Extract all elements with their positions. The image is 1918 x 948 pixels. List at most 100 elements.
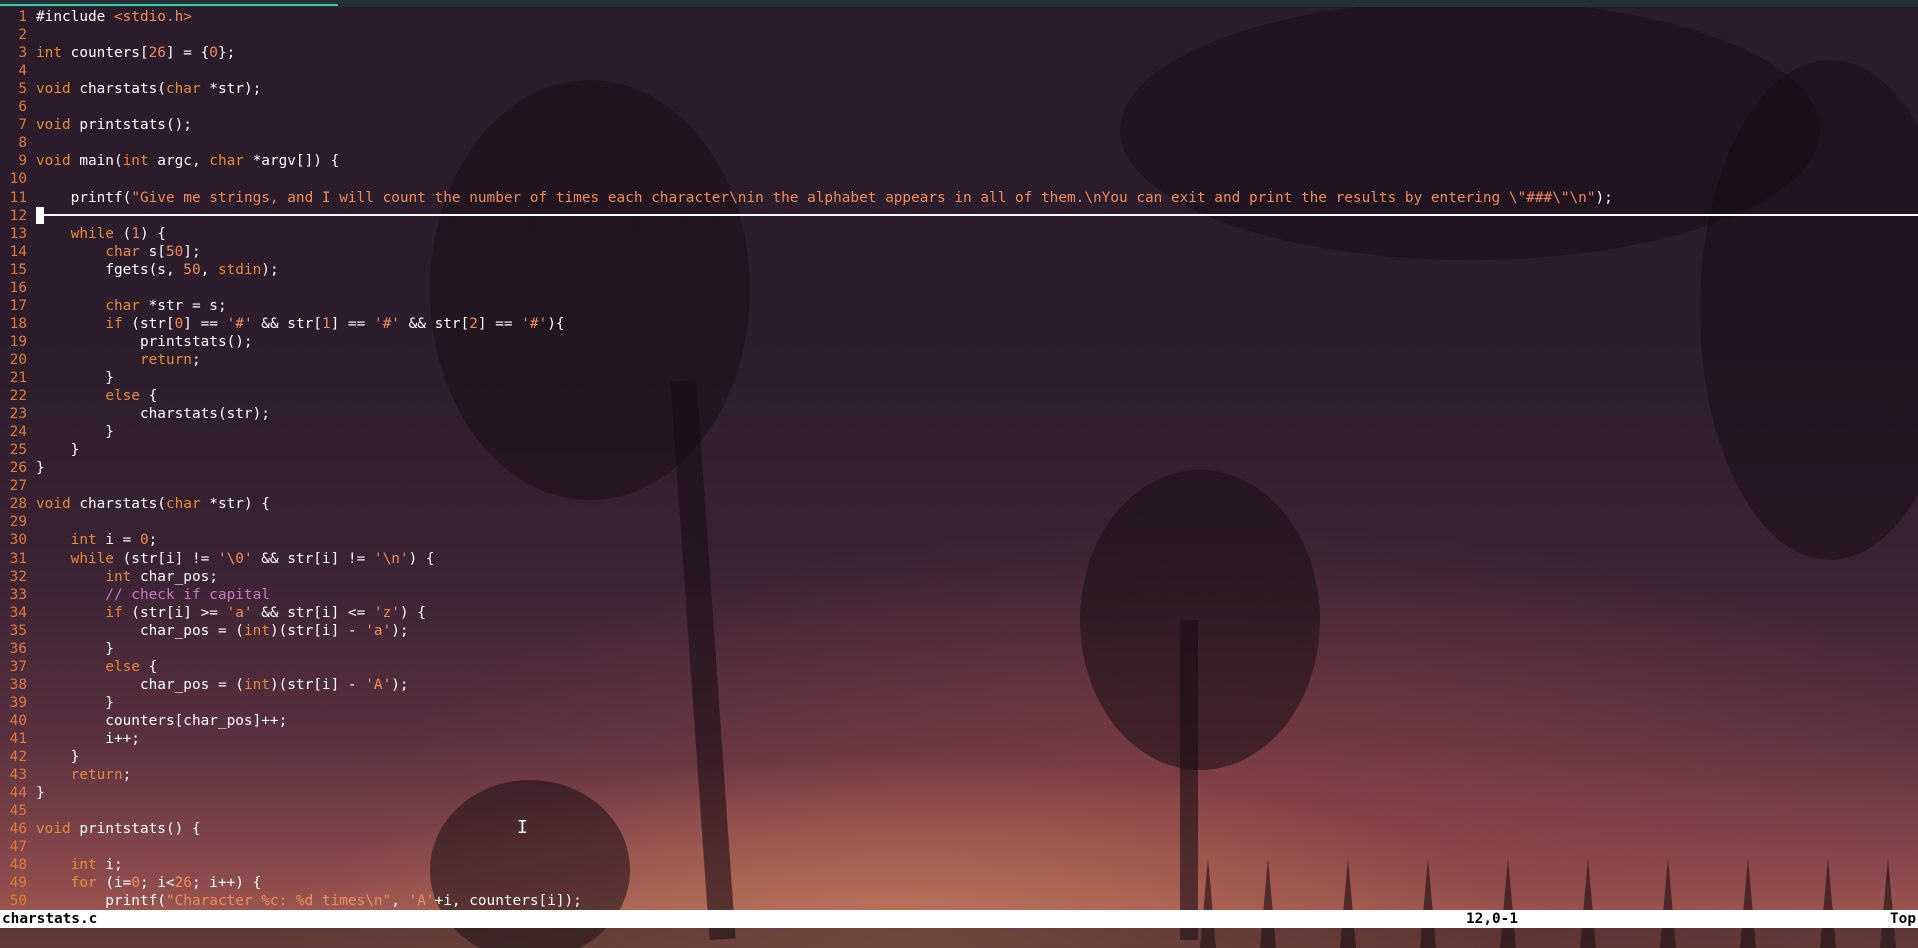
code-token: if [105,604,123,621]
code-token: "Character %c: %d times\n" [165,893,392,910]
code-token: 'a' [226,604,253,621]
code-line[interactable]: 8 [0,134,1918,152]
code-token: void [36,117,71,134]
code-token: counters[char_pos]++; [36,712,288,729]
code-line[interactable]: 44} [0,784,1918,802]
code-line[interactable]: 48 int i; [0,856,1918,874]
code-line[interactable]: 37 else { [0,658,1918,676]
code-line[interactable]: 6 [0,98,1918,116]
line-number: 30 [9,532,27,549]
line-number: 13 [9,225,27,242]
code-line[interactable]: 34 if (str[i] >= 'a' && str[i] <= 'z') { [0,604,1918,622]
code-token: )(str[i] - [269,622,366,639]
code-line[interactable]: 41 i++; [0,730,1918,748]
code-token: } [36,460,45,477]
code-line[interactable]: 14 char s[50]; [0,243,1918,261]
line-number: 32 [9,568,27,585]
code-line[interactable]: 40 counters[char_pos]++; [0,712,1918,730]
code-line[interactable]: 33 // check if capital [0,586,1918,604]
code-token: , [391,893,409,910]
code-token: void [36,153,71,170]
code-token: +i, counters[i]); [434,893,582,910]
code-token: argc, [148,153,210,170]
code-line[interactable]: 15 fgets(s, 50, stdin); [0,261,1918,279]
code-token: int [36,45,62,62]
code-line[interactable]: 18 if (str[0] == '#' && str[1] == '#' &&… [0,315,1918,333]
code-token: printstats(); [70,117,192,134]
code-line[interactable]: 46 void printstats() { [0,820,1918,838]
code-token: stdin [217,261,262,278]
code-line[interactable]: 11 printf("Give me strings, and I will c… [0,189,1918,207]
vim-editor-buffer[interactable]: 1 #include <stdio.h> 2 3 int counters[26] = … [0,8,1918,910]
code-line[interactable]: 26} [0,459,1918,477]
code-line[interactable]: 42 } [0,748,1918,766]
code-token: ]; [183,243,201,260]
code-token: ] == [183,315,227,332]
code-line[interactable]: 30 int i = 0; [0,531,1918,549]
code-line[interactable]: 38 char_pos = (int)(str[i] - 'A'); [0,676,1918,694]
code-token: for [70,875,97,892]
cursor-line-underline [36,214,1918,216]
code-line[interactable]: 49 for (i=0; i<26; i++) { [0,874,1918,892]
code-token: (str[ [122,315,175,332]
code-line[interactable]: 21 } [0,369,1918,387]
code-line[interactable]: 17 char *str = s; [0,297,1918,315]
code-line[interactable]: 43 return; [0,766,1918,784]
line-number: 20 [9,351,27,368]
line-number: 28 [9,496,27,513]
code-line[interactable]: 28 void charstats(char *str) { [0,495,1918,513]
code-token: i; [96,857,123,874]
code-line[interactable]: 1 #include <stdio.h> [0,8,1918,26]
code-token: i++; [36,731,140,747]
code-line[interactable]: 20 return; [0,351,1918,369]
line-number: 22 [9,388,27,405]
code-token: fgets(s, [36,261,184,278]
code-line[interactable]: 45 [0,802,1918,820]
code-line[interactable]: 19 printstats(); [0,333,1918,351]
code-token: int [243,622,270,639]
code-token: 0 [209,45,218,62]
code-token: (i= [96,875,132,892]
code-line[interactable]: 9 void main(int argc, char *argv[]) { [0,152,1918,170]
code-line[interactable]: 10 [0,170,1918,188]
line-number: 47 [9,839,27,856]
code-line[interactable]: 50 printf("Character %c: %d times\n", 'A… [0,892,1918,910]
code-line[interactable]: 2 [0,26,1918,44]
code-line[interactable]: 24 } [0,423,1918,441]
line-number: 2 [18,27,27,44]
code-line[interactable]: 35 char_pos = (int)(str[i] - 'a'); [0,622,1918,640]
code-line[interactable]: 5 void charstats(char *str); [0,80,1918,98]
code-token: ); [391,622,409,639]
code-line[interactable]: 36 } [0,640,1918,658]
code-line[interactable]: 27 [0,477,1918,495]
active-tab-indicator [0,4,338,6]
line-number: 50 [9,893,27,910]
code-line[interactable]: 25 } [0,441,1918,459]
code-line[interactable]: 13 while (1) { [0,225,1918,243]
code-line[interactable]: 47 [0,838,1918,856]
code-line[interactable]: 23 charstats(str); [0,405,1918,423]
code-token: && str[i] != [252,550,374,567]
code-token: ; [148,532,158,549]
code-token: <stdio.h> [113,9,192,25]
code-token: ] = { [165,45,210,62]
code-token: } [36,442,80,459]
code-line[interactable]: 4 [0,62,1918,80]
code-line[interactable]: 16 [0,279,1918,297]
code-line[interactable]: 3 int counters[26] = {0}; [0,44,1918,62]
code-line[interactable]: 31 while (str[i] != '\0' && str[i] != '\… [0,550,1918,568]
line-number: 39 [9,694,27,711]
code-line[interactable]: 7 void printstats(); [0,116,1918,134]
code-line[interactable]: 32 int char_pos; [0,568,1918,586]
code-line[interactable]: 29 [0,513,1918,531]
code-token: } [36,785,45,802]
code-token: { [139,388,158,405]
code-line[interactable]: 39 } [0,694,1918,712]
code-token: , [200,261,218,278]
code-token: (str[i] != [113,550,218,567]
status-scroll-indicator: Top [1890,911,1916,927]
code-line[interactable]: 22 else { [0,387,1918,405]
vim-command-line[interactable] [0,928,1918,948]
